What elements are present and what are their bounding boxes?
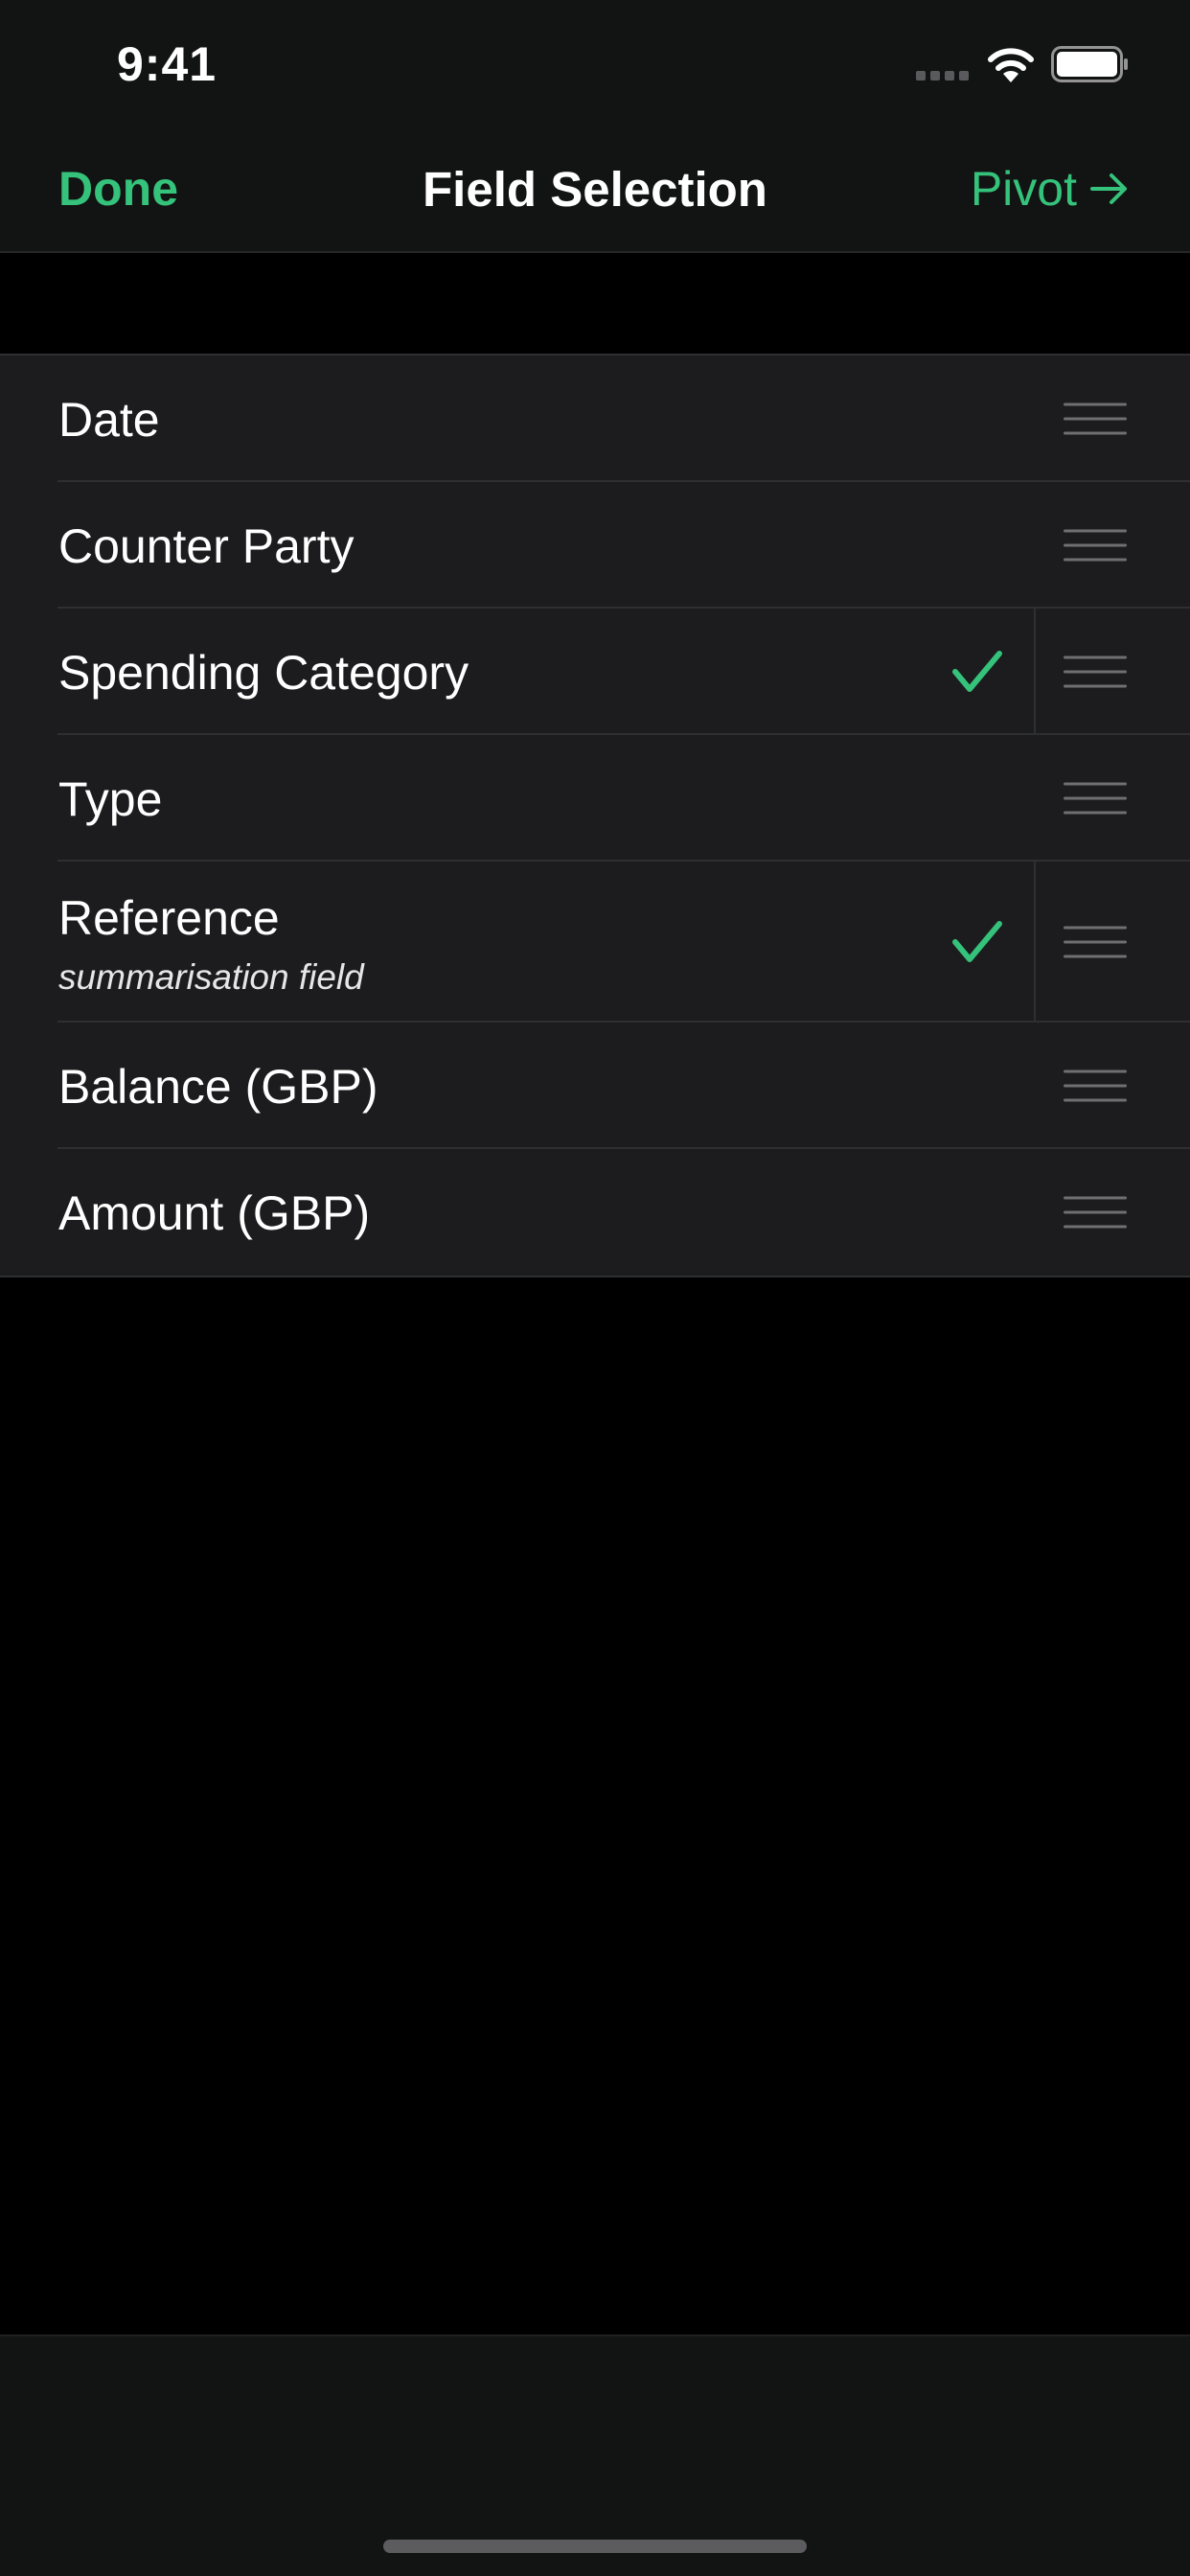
drag-handle-icon[interactable]	[1064, 781, 1127, 816]
drag-handle-icon[interactable]	[1064, 655, 1127, 689]
arrow-right-icon	[1090, 173, 1127, 204]
drag-handle-icon[interactable]	[1064, 1195, 1127, 1230]
home-indicator[interactable]	[383, 2540, 807, 2553]
field-label: Reference	[58, 891, 280, 945]
signal-icon	[916, 71, 969, 80]
checkmark-icon	[952, 651, 1002, 692]
pivot-button-label: Pivot	[970, 162, 1077, 216]
drag-handle-icon[interactable]	[1064, 402, 1127, 436]
field-row[interactable]: Balance (GBP)	[0, 1023, 1190, 1149]
field-row[interactable]: Amount (GBP)	[0, 1149, 1190, 1276]
navigation-bar: Done Field Selection Pivot	[0, 126, 1190, 253]
field-label: Counter Party	[58, 519, 355, 573]
field-list: Date Counter Party Spending Category Type Re…	[0, 354, 1190, 1277]
bottom-toolbar	[0, 2334, 1190, 2576]
field-row[interactable]: Counter Party	[0, 482, 1190, 609]
field-subtitle: summarisation field	[58, 957, 364, 997]
field-label: Spending Category	[58, 646, 469, 700]
status-bar: 9:41	[0, 0, 1190, 126]
done-button[interactable]: Done	[58, 161, 178, 217]
drag-handle-icon[interactable]	[1064, 528, 1127, 563]
drag-handle-icon[interactable]	[1064, 925, 1127, 959]
field-label: Date	[58, 393, 160, 447]
field-row[interactable]: Type	[0, 735, 1190, 862]
field-row[interactable]: Date	[0, 356, 1190, 482]
checkmark-icon	[952, 921, 1002, 962]
status-time: 9:41	[117, 37, 217, 91]
field-label: Amount (GBP)	[58, 1186, 371, 1240]
field-row[interactable]: Reference summarisation field	[0, 862, 1190, 1023]
wifi-icon	[988, 48, 1034, 82]
row-divider	[1034, 609, 1036, 735]
row-divider	[1034, 862, 1036, 1023]
drag-handle-icon[interactable]	[1064, 1069, 1127, 1103]
battery-icon	[1051, 46, 1128, 82]
field-label: Balance (GBP)	[58, 1060, 378, 1114]
field-label: Type	[58, 772, 163, 826]
pivot-button[interactable]: Pivot	[971, 161, 1129, 217]
field-row[interactable]: Spending Category	[0, 609, 1190, 735]
